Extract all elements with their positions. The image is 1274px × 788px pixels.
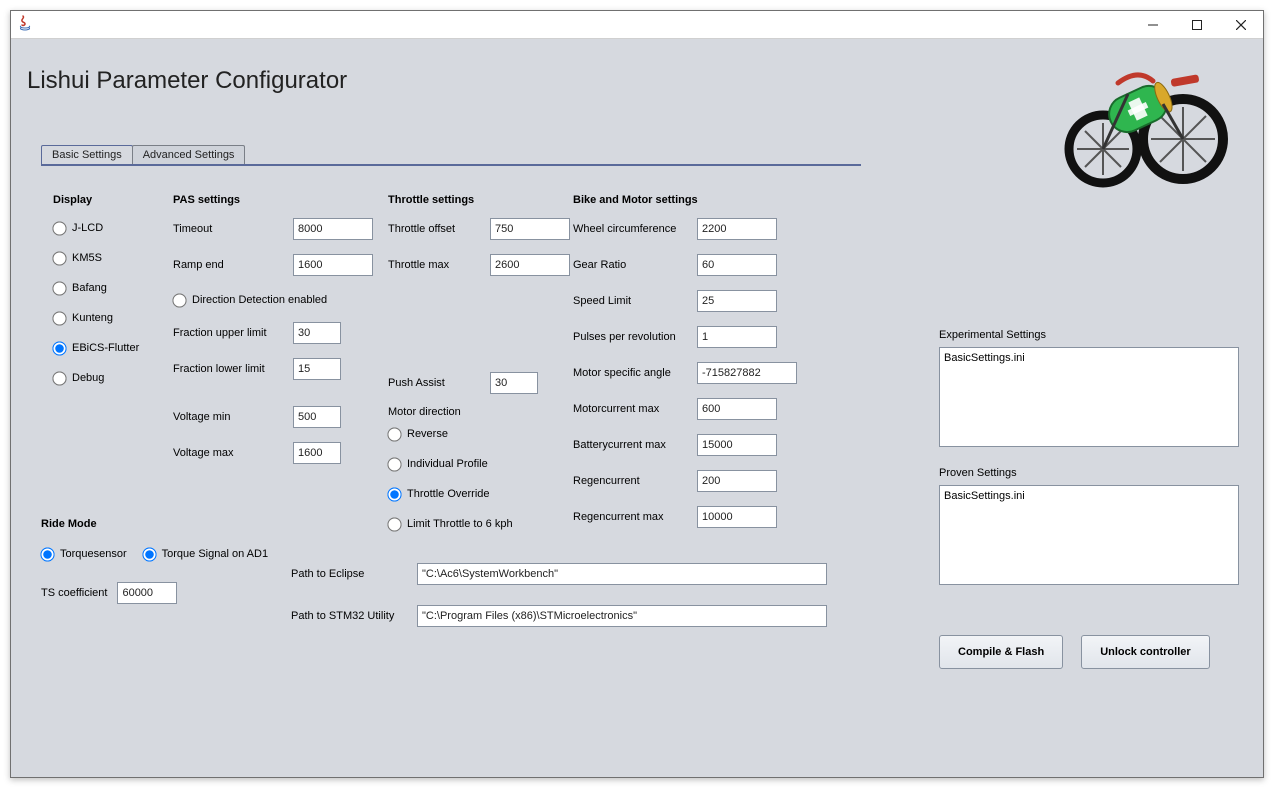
app-window: Lishui Parameter Configurator <box>10 10 1264 778</box>
path-eclipse-field[interactable] <box>417 563 827 585</box>
list-item[interactable]: BasicSettings.ini <box>944 490 1234 502</box>
ts-coef-label: TS coefficient <box>41 587 107 599</box>
motor-cur-field[interactable] <box>697 398 777 420</box>
display-radio-ebics-flutter[interactable] <box>52 341 66 355</box>
proven-label: Proven Settings <box>939 467 1239 479</box>
ppr-field[interactable] <box>697 326 777 348</box>
direction-detect-label: Direction Detection enabled <box>192 294 327 306</box>
frac-upper-field[interactable] <box>293 322 341 344</box>
display-heading: Display <box>53 194 183 206</box>
throttle-offset-field[interactable] <box>490 218 570 240</box>
timeout-field[interactable] <box>293 218 373 240</box>
proven-list[interactable]: BasicSettings.ini <box>939 485 1239 585</box>
throttle-max-field[interactable] <box>490 254 570 276</box>
torquesensor-label: Torquesensor <box>60 548 127 560</box>
motor-dir-radio[interactable] <box>387 457 401 471</box>
push-assist-label: Push Assist <box>388 377 490 389</box>
tab-advanced-settings[interactable]: Advanced Settings <box>132 145 246 164</box>
display-radio-km5s[interactable] <box>52 251 66 265</box>
motor-dir-radio[interactable] <box>387 427 401 441</box>
motor-direction-label: Motor direction <box>388 406 583 418</box>
gear-ratio-label: Gear Ratio <box>573 259 697 271</box>
speed-limit-label: Speed Limit <box>573 295 697 307</box>
regen-max-label: Regencurrent max <box>573 511 697 523</box>
regen-field[interactable] <box>697 470 777 492</box>
ramp-end-label: Ramp end <box>173 259 293 271</box>
experimental-list[interactable]: BasicSettings.ini <box>939 347 1239 447</box>
motor-angle-label: Motor specific angle <box>573 367 697 379</box>
motor-angle-field[interactable] <box>697 362 797 384</box>
display-option-label: KM5S <box>72 252 102 264</box>
ts-coef-field[interactable] <box>117 582 177 604</box>
java-icon <box>17 15 33 34</box>
direction-detect-radio[interactable] <box>172 293 186 307</box>
torque-ad1-label: Torque Signal on AD1 <box>162 548 268 560</box>
timeout-label: Timeout <box>173 223 293 235</box>
display-option-label: Debug <box>72 372 104 384</box>
display-radio-j-lcd[interactable] <box>52 221 66 235</box>
batt-cur-field[interactable] <box>697 434 777 456</box>
volt-max-label: Voltage max <box>173 447 293 459</box>
throttle-heading: Throttle settings <box>388 194 583 206</box>
motor-dir-option-label: Reverse <box>407 428 448 440</box>
volt-min-label: Voltage min <box>173 411 293 423</box>
display-option-label: Bafang <box>72 282 107 294</box>
path-stm32-field[interactable] <box>417 605 827 627</box>
motor-dir-option-label: Individual Profile <box>407 458 488 470</box>
maximize-button[interactable] <box>1175 11 1219 39</box>
volt-min-field[interactable] <box>293 406 341 428</box>
frac-upper-label: Fraction upper limit <box>173 327 293 339</box>
client-area: Lishui Parameter Configurator <box>11 39 1263 777</box>
bike-heading: Bike and Motor settings <box>573 194 843 206</box>
ramp-end-field[interactable] <box>293 254 373 276</box>
throttle-max-label: Throttle max <box>388 259 490 271</box>
regen-label: Regencurrent <box>573 475 697 487</box>
display-option-label: Kunteng <box>72 312 113 324</box>
display-radio-kunteng[interactable] <box>52 311 66 325</box>
motor-dir-radio[interactable] <box>387 517 401 531</box>
torquesensor-radio[interactable] <box>40 547 54 561</box>
page-title: Lishui Parameter Configurator <box>27 67 1243 95</box>
motor-dir-option-label: Throttle Override <box>407 488 490 500</box>
speed-limit-field[interactable] <box>697 290 777 312</box>
wheel-circ-label: Wheel circumference <box>573 223 697 235</box>
display-radio-bafang[interactable] <box>52 281 66 295</box>
batt-cur-label: Batterycurrent max <box>573 439 697 451</box>
close-button[interactable] <box>1219 11 1263 39</box>
motor-dir-radio[interactable] <box>387 487 401 501</box>
experimental-label: Experimental Settings <box>939 329 1239 341</box>
display-radio-debug[interactable] <box>52 371 66 385</box>
tab-basic-settings[interactable]: Basic Settings <box>41 145 133 165</box>
regen-max-field[interactable] <box>697 506 777 528</box>
motor-dir-option-label: Limit Throttle to 6 kph <box>407 518 513 530</box>
ppr-label: Pulses per revolution <box>573 331 697 343</box>
frac-lower-field[interactable] <box>293 358 341 380</box>
titlebar <box>11 11 1263 39</box>
ride-mode-heading: Ride Mode <box>41 518 268 530</box>
frac-lower-label: Fraction lower limit <box>173 363 293 375</box>
throttle-offset-label: Throttle offset <box>388 223 490 235</box>
minimize-button[interactable] <box>1131 11 1175 39</box>
display-option-label: EBiCS-Flutter <box>72 342 139 354</box>
path-eclipse-label: Path to Eclipse <box>291 568 417 580</box>
unlock-controller-button[interactable]: Unlock controller <box>1081 635 1209 669</box>
compile-flash-button[interactable]: Compile & Flash <box>939 635 1063 669</box>
gear-ratio-field[interactable] <box>697 254 777 276</box>
wheel-circ-field[interactable] <box>697 218 777 240</box>
list-item[interactable]: BasicSettings.ini <box>944 352 1234 364</box>
volt-max-field[interactable] <box>293 442 341 464</box>
motor-cur-label: Motorcurrent max <box>573 403 697 415</box>
pas-heading: PAS settings <box>173 194 393 206</box>
path-stm32-label: Path to STM32 Utility <box>291 610 417 622</box>
torque-ad1-radio[interactable] <box>142 547 156 561</box>
push-assist-field[interactable] <box>490 372 538 394</box>
display-option-label: J-LCD <box>72 222 103 234</box>
